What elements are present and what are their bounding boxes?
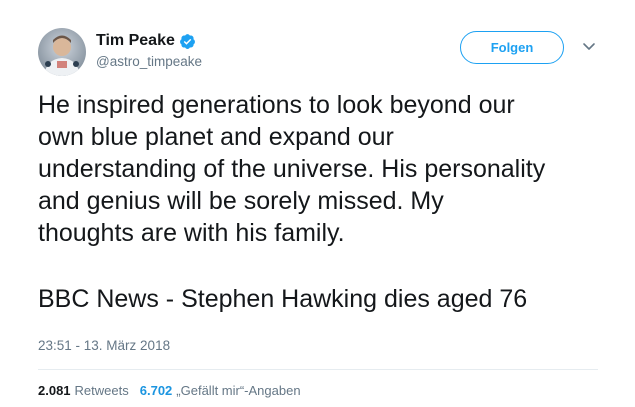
divider xyxy=(38,369,598,370)
avatar[interactable] xyxy=(38,28,86,76)
tweet-text-line: He inspired generations to look beyond o… xyxy=(38,91,515,119)
tweet-text: He inspired generations to look beyond o… xyxy=(38,89,608,249)
tweet-timestamp[interactable]: 23:51 - 13. März 2018 xyxy=(38,338,170,353)
follow-button[interactable]: Folgen xyxy=(460,31,564,64)
tweet-header: Tim Peake @astro_timpeake Folgen xyxy=(38,28,618,80)
retweets-label[interactable]: Retweets xyxy=(75,383,129,398)
verified-badge-icon xyxy=(179,33,196,50)
avatar-image xyxy=(38,28,86,76)
tweet-card: Tim Peake @astro_timpeake Folgen He insp… xyxy=(0,0,635,407)
author-handle[interactable]: @astro_timpeake xyxy=(96,54,202,69)
likes-count[interactable]: 6.702 xyxy=(140,383,173,398)
author-names: Tim Peake @astro_timpeake xyxy=(96,31,202,69)
likes-label[interactable]: „Gefällt mir“-Angaben xyxy=(176,383,300,398)
chevron-down-icon[interactable] xyxy=(581,40,597,54)
retweets-count[interactable]: 2.081 xyxy=(38,383,71,398)
tweet-text-line: understanding of the universe. His perso… xyxy=(38,155,546,183)
author-display-name[interactable]: Tim Peake xyxy=(96,32,175,50)
tweet-text-line: thoughts are with his family. xyxy=(38,219,345,247)
tweet-stats: 2.081 Retweets 6.702 „Gefällt mir“-Angab… xyxy=(38,383,301,398)
display-name-row: Tim Peake xyxy=(96,31,202,51)
tweet-link-text[interactable]: BBC News - Stephen Hawking dies aged 76 xyxy=(38,283,527,315)
tweet-text-line: and genius will be sorely missed. My xyxy=(38,187,444,215)
tweet-text-line: own blue planet and expand our xyxy=(38,123,394,151)
